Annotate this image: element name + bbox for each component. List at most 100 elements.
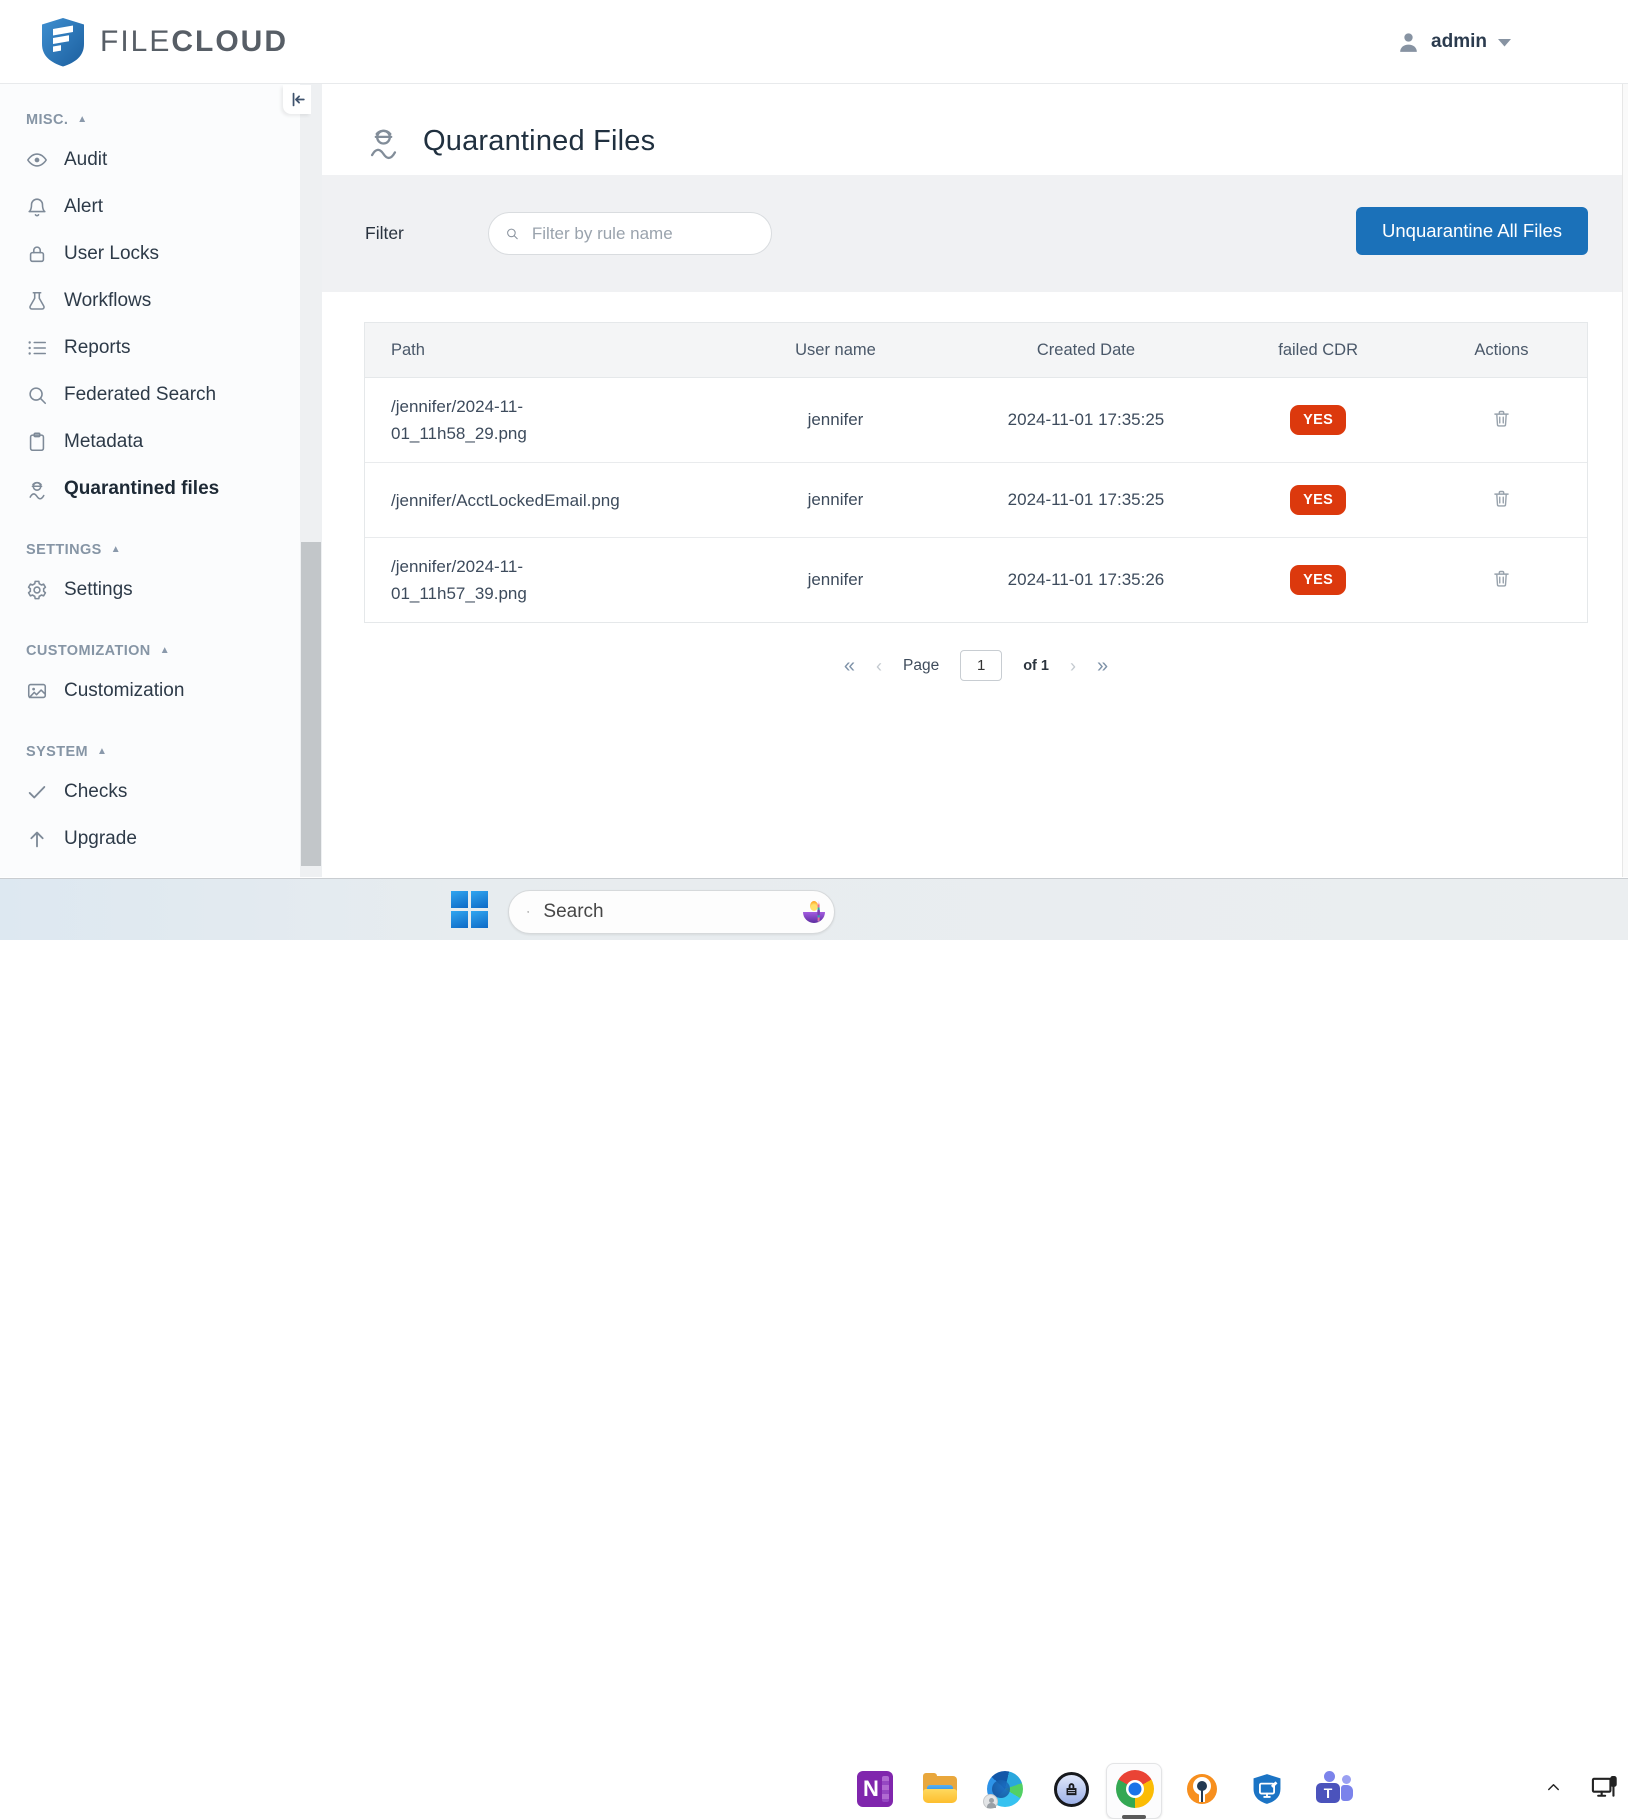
filecloud-shield-icon bbox=[40, 17, 86, 67]
sidebar-item-metadata[interactable]: Metadata bbox=[0, 418, 300, 465]
user-avatar-icon bbox=[1396, 30, 1421, 55]
table-row: /jennifer/2024-11-01_11h58_29.pngjennife… bbox=[365, 378, 1587, 462]
sidebar-scrollbar-track[interactable] bbox=[300, 84, 322, 877]
caret-up-icon: ▲ bbox=[97, 746, 107, 757]
sidebar-section-header-settings[interactable]: SETTINGS ▲ bbox=[26, 542, 300, 558]
sidebar-section-header-customization[interactable]: CUSTOMIZATION▲ bbox=[26, 643, 300, 659]
table-body: /jennifer/2024-11-01_11h58_29.pngjennife… bbox=[365, 378, 1587, 622]
section-label: MISC. bbox=[26, 112, 68, 128]
collapse-left-icon bbox=[288, 90, 307, 109]
chevron-down-icon bbox=[1497, 38, 1512, 47]
sidebar-item-workflows[interactable]: Workflows bbox=[0, 277, 300, 324]
browser-scrollbar-edge[interactable] bbox=[1622, 84, 1628, 877]
windows-taskbar: N T bbox=[0, 878, 1628, 940]
caret-up-icon: ▲ bbox=[111, 544, 121, 555]
filter-bar: Filter Unquarantine All Files bbox=[322, 175, 1628, 292]
tray-chevron-up-icon[interactable] bbox=[1544, 1778, 1563, 1797]
caret-up-icon: ▲ bbox=[160, 645, 170, 656]
last-page-button[interactable]: » bbox=[1097, 656, 1108, 676]
filecloud-logo[interactable]: FILECLOUD bbox=[40, 17, 288, 67]
check-icon bbox=[26, 781, 48, 803]
next-page-button[interactable]: › bbox=[1070, 657, 1076, 675]
file-path: /jennifer/2024-11-01_11h57_39.png bbox=[391, 553, 649, 607]
sidebar-item-label: Checks bbox=[64, 781, 127, 803]
created-date: 2024-11-01 17:35:26 bbox=[952, 570, 1221, 590]
app-header: FILECLOUD admin bbox=[0, 0, 1628, 84]
sidebar-item-reports[interactable]: Reports bbox=[0, 324, 300, 371]
sidebar-collapse-button[interactable] bbox=[283, 85, 311, 114]
sidebar-item-customization[interactable]: Customization bbox=[0, 667, 300, 714]
file-path: /jennifer/2024-11-01_11h58_29.png bbox=[391, 393, 649, 447]
sidebar-item-checks[interactable]: Checks bbox=[0, 768, 300, 815]
sidebar-item-alert[interactable]: Alert bbox=[0, 183, 300, 230]
file-explorer-icon[interactable] bbox=[920, 1769, 960, 1809]
sidebar-section-header-misc[interactable]: MISC. ▲ bbox=[26, 112, 300, 128]
diya-lamp-icon bbox=[802, 900, 805, 924]
onenote-icon[interactable]: N bbox=[855, 1769, 895, 1809]
created-date: 2024-11-01 17:35:25 bbox=[952, 490, 1221, 510]
filter-input[interactable] bbox=[530, 223, 755, 245]
browser-profile-avatar bbox=[983, 1794, 998, 1809]
section-label: SYSTEM bbox=[26, 744, 88, 760]
search-icon bbox=[527, 902, 529, 922]
first-page-button[interactable]: « bbox=[844, 656, 855, 676]
chrome-browser-icon[interactable] bbox=[1115, 1769, 1155, 1809]
user-menu[interactable]: admin bbox=[1396, 0, 1512, 84]
taskbar-search[interactable] bbox=[508, 890, 835, 934]
keepass-icon[interactable] bbox=[1051, 1769, 1091, 1809]
page-label: Page bbox=[903, 657, 939, 675]
delete-file-button[interactable] bbox=[1489, 486, 1514, 511]
device-shield-icon[interactable] bbox=[1247, 1769, 1287, 1809]
delete-file-button[interactable] bbox=[1489, 566, 1514, 591]
sidebar-item-label: Reports bbox=[64, 337, 131, 359]
sidebar-item-upgrade[interactable]: Upgrade bbox=[0, 815, 300, 862]
gear-icon bbox=[26, 579, 48, 601]
failed-cdr-badge: YES bbox=[1290, 565, 1346, 595]
column-header-actions: Actions bbox=[1416, 341, 1587, 360]
windows-logo-icon bbox=[451, 891, 468, 908]
list-icon bbox=[26, 337, 48, 359]
page-number-input[interactable] bbox=[960, 650, 1002, 681]
teams-icon[interactable]: T bbox=[1314, 1769, 1354, 1809]
sidebar-item-audit[interactable]: Audit bbox=[0, 136, 300, 183]
sidebar-scrollbar-thumb[interactable] bbox=[301, 542, 321, 866]
page-title: Quarantined Files bbox=[423, 125, 655, 158]
user-name: jennifer bbox=[719, 490, 951, 510]
main-content: Quarantined Files Filter Unquarantine Al… bbox=[322, 84, 1628, 877]
sidebar-item-label: Alert bbox=[64, 196, 103, 218]
sidebar-section-header-system[interactable]: SYSTEM ▲ bbox=[26, 744, 300, 760]
taskbar-search-input[interactable] bbox=[541, 900, 790, 924]
bell-icon bbox=[26, 196, 48, 218]
active-app-indicator bbox=[1122, 1815, 1146, 1819]
filter-label: Filter bbox=[365, 223, 404, 244]
filter-input-wrapper bbox=[488, 212, 772, 255]
prev-page-button[interactable]: ‹ bbox=[876, 657, 882, 675]
sidebar-item-label: Upgrade bbox=[64, 828, 137, 850]
column-header-failed-cdr: failed CDR bbox=[1220, 341, 1416, 360]
brand-text: FILECLOUD bbox=[100, 25, 288, 59]
network-display-icon[interactable] bbox=[1590, 1773, 1618, 1801]
failed-cdr-badge: YES bbox=[1290, 405, 1346, 435]
caret-up-icon: ▲ bbox=[77, 114, 87, 125]
sidebar-item-label: Federated Search bbox=[64, 384, 216, 406]
search-icon bbox=[505, 224, 519, 243]
sidebar-item-quarantined-files[interactable]: Quarantined files bbox=[0, 465, 300, 512]
openvpn-icon[interactable] bbox=[1182, 1769, 1222, 1809]
pagination: « ‹ Page of 1 › » bbox=[364, 650, 1588, 681]
image-icon bbox=[26, 680, 48, 702]
section-label: SETTINGS bbox=[26, 542, 102, 558]
edge-browser-icon[interactable] bbox=[985, 1769, 1025, 1809]
sidebar-item-label: Audit bbox=[64, 149, 107, 171]
sidebar-item-user-locks[interactable]: User Locks bbox=[0, 230, 300, 277]
table-header-row: PathUser nameCreated Datefailed CDRActio… bbox=[365, 323, 1587, 378]
arrow-up-icon bbox=[26, 828, 48, 850]
column-header-user-name: User name bbox=[719, 341, 951, 360]
sidebar-item-settings[interactable]: Settings bbox=[0, 566, 300, 613]
unquarantine-all-button[interactable]: Unquarantine All Files bbox=[1356, 207, 1588, 255]
column-header-path: Path bbox=[365, 341, 719, 360]
windows-start-button[interactable] bbox=[451, 891, 488, 928]
sidebar-item-federated-search[interactable]: Federated Search bbox=[0, 371, 300, 418]
failed-cdr-badge: YES bbox=[1290, 485, 1346, 515]
delete-file-button[interactable] bbox=[1489, 406, 1514, 431]
file-path: /jennifer/AcctLockedEmail.png bbox=[391, 487, 620, 514]
